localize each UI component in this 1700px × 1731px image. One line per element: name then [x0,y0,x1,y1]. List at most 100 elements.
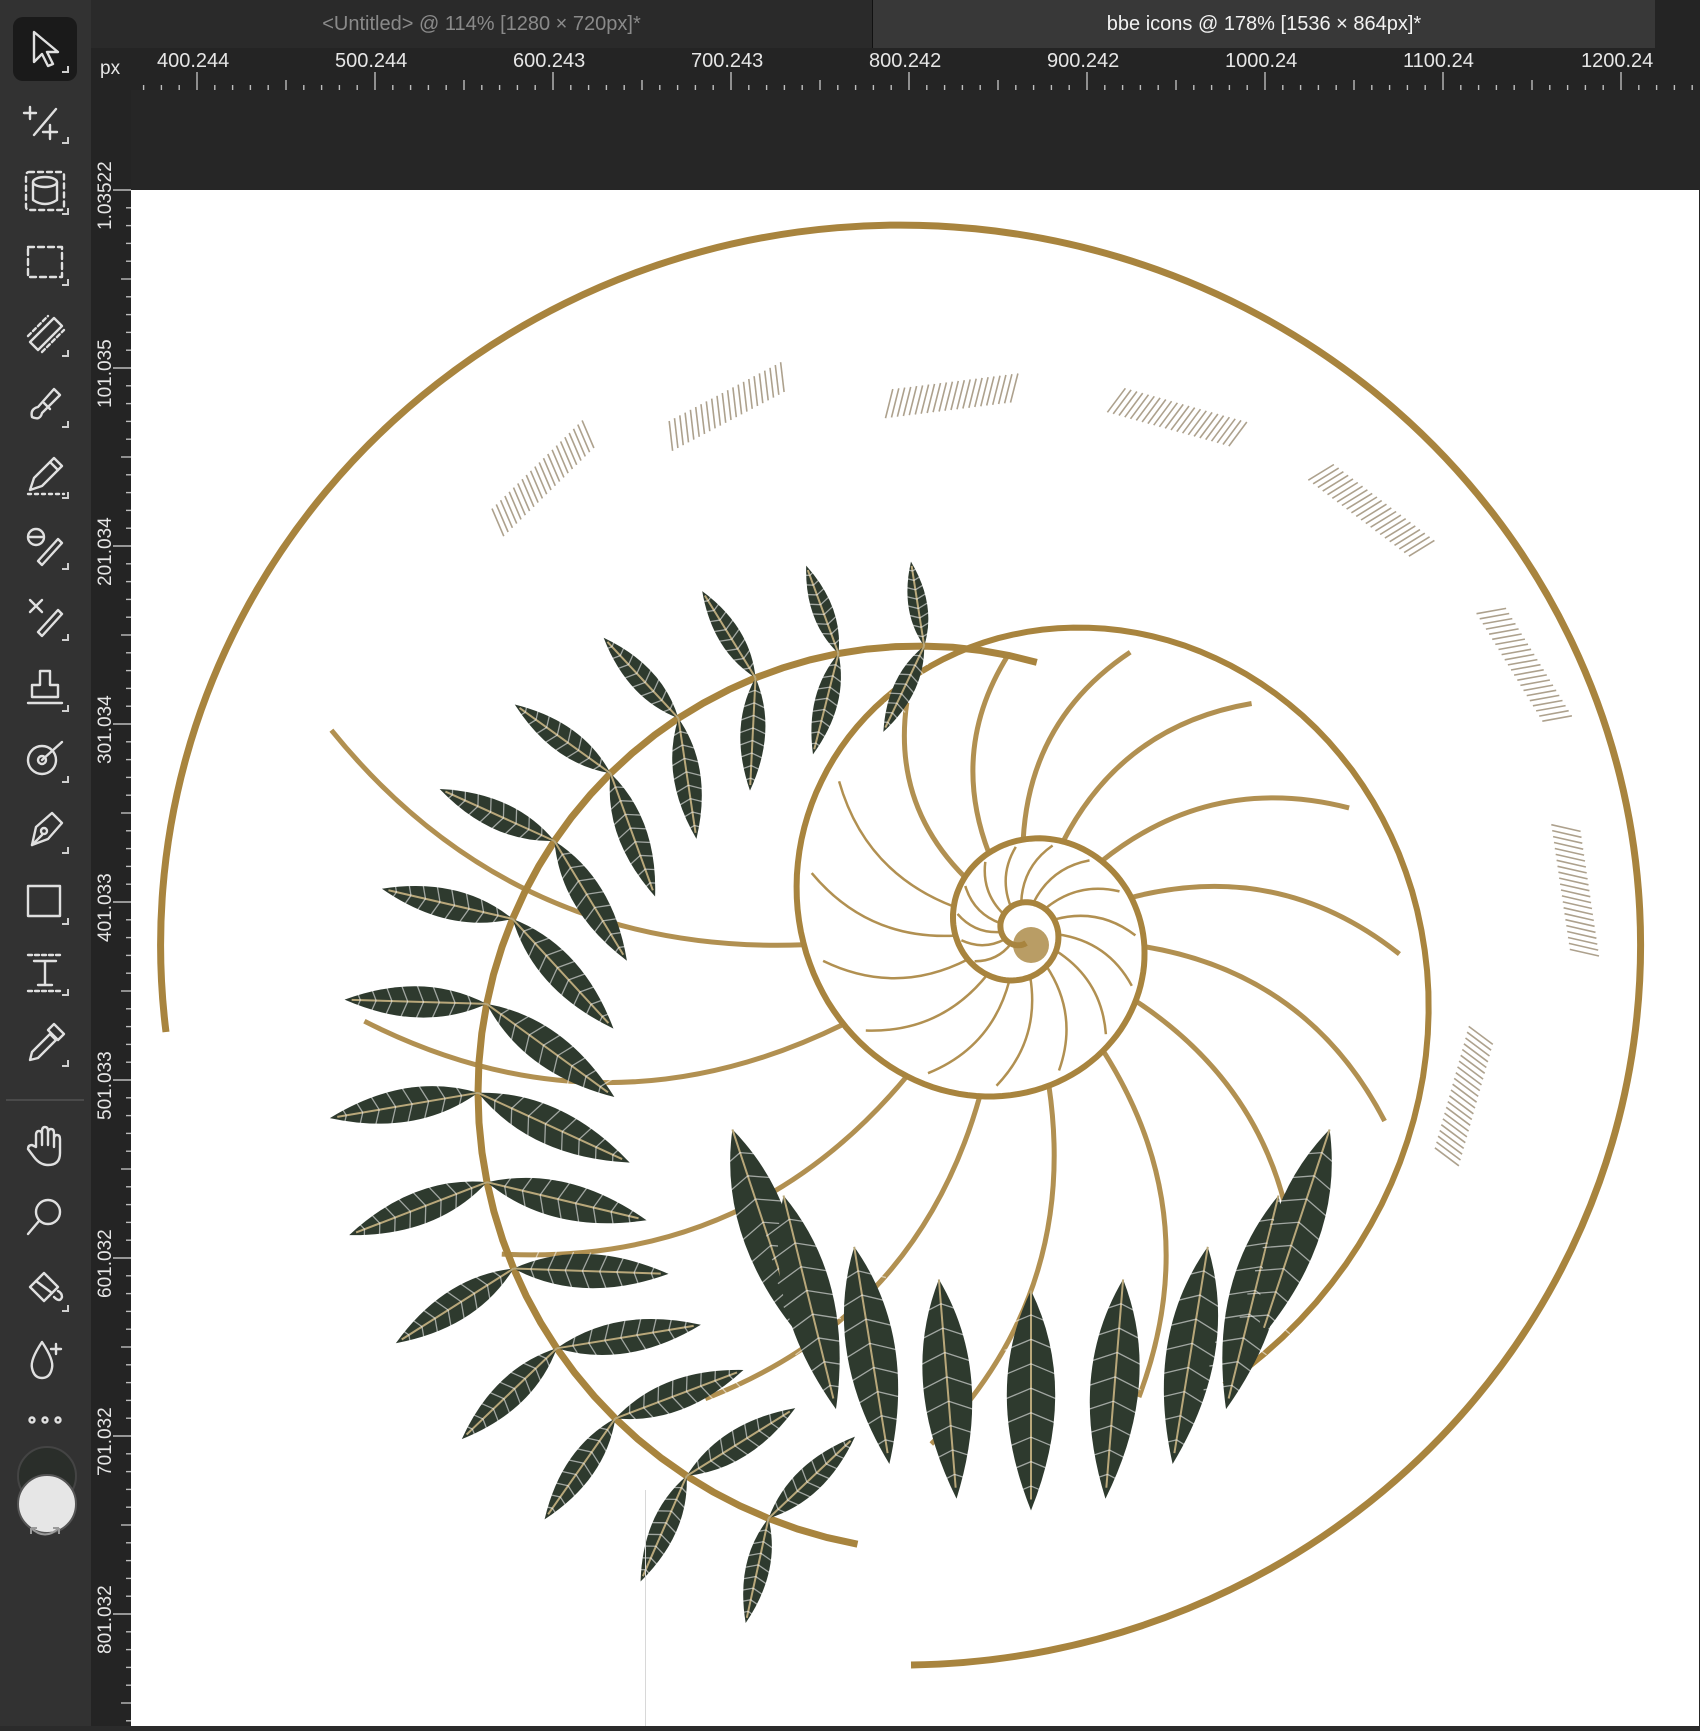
ruler-left-label: 201.034 [95,517,116,586]
toolbar-separator [6,1099,84,1101]
tool-flyout-indicator [62,137,69,144]
ruler-left-label: 601.032 [95,1229,116,1298]
eyedropper-icon [28,1022,66,1062]
shell-septum [983,861,1005,916]
pencil-icon [26,456,66,496]
ruler-left-label: 1.03522 [95,161,116,230]
node-icon [22,105,59,141]
pencil-tool[interactable] [13,443,77,507]
marquee-icon [26,245,64,279]
paint-bucket-icon [28,1271,64,1303]
ruler-top-label: 1200.24 [1581,50,1654,72]
nautilus-fern-artwork [157,221,1645,1669]
tool-flyout-indicator [62,563,69,570]
ruler-top-label: 1100.24 [1403,50,1474,72]
brush-select-icon [26,314,66,354]
fill-tool[interactable] [13,1256,77,1320]
swap-colors-icon[interactable] [28,1525,62,1539]
blemish-icon [26,740,64,776]
tab-untitled[interactable]: <Untitled> @ 114% [1280 × 720px]* [91,0,873,48]
selection-cylinder-icon [24,170,66,212]
tool-flyout-indicator [62,421,69,428]
droplet-plus-icon [30,1340,63,1380]
ruler-left-label: 401.033 [95,873,116,942]
hand-tool[interactable] [13,1114,77,1178]
ruler-unit[interactable]: px [100,58,120,80]
paint-brush-tool[interactable] [13,372,77,436]
shell-septum [1053,914,1137,937]
shell-septum [363,1018,845,1086]
shell-septum [810,872,956,938]
shell-septum [956,913,1002,934]
ruler-left-label: 701.032 [95,1407,116,1476]
tool-flyout-indicator [62,918,69,925]
gradient-tool[interactable] [13,1327,77,1391]
shell-septum [1100,795,1350,864]
shell-septum [1060,701,1253,843]
shell-septum [970,653,1011,854]
ruler-top-label: 800.242 [869,50,942,72]
clone-icon [28,598,64,638]
pen-nib-icon [30,811,64,847]
tool-flyout-indicator [62,350,69,357]
ruler-top-label: 700.243 [691,50,764,72]
rectangle-marquee-tool[interactable] [13,230,77,294]
shell-septum [1045,965,1068,1071]
color-picker-tool[interactable] [13,1011,77,1075]
text-frame-icon [26,953,64,993]
shape-tool[interactable] [13,869,77,933]
shell-septum [960,937,1006,947]
ruler-top-label: 1000.24 [1225,50,1298,72]
tool-flyout-indicator [62,208,69,215]
shell-septum [1130,883,1401,957]
move-tool[interactable] [13,17,77,81]
fern-frond [329,561,1344,1624]
stamp-tool[interactable] [13,656,77,720]
document-tab-bar: <Untitled> @ 114% [1280 × 720px]* bbe ic… [91,0,1700,49]
tool-flyout-indicator [62,989,69,996]
flood-select-tool[interactable] [13,301,77,365]
shell-core [1013,927,1049,963]
hand-icon [26,1125,62,1167]
shell-septum [329,728,804,948]
node-tool[interactable] [13,88,77,152]
shell-outer-rim [157,221,1645,1669]
tool-flyout-indicator [62,705,69,712]
tool-flyout-indicator [62,1060,69,1067]
ruler-left-label: 501.033 [95,1051,116,1120]
ruler-left-label: 801.032 [95,1585,116,1654]
brush-icon [30,387,62,420]
shell-septum [865,973,989,1032]
tool-flyout-indicator [62,66,69,73]
clone-brush-tool[interactable] [13,585,77,649]
shell-septum [901,702,967,879]
quick-mask-tool[interactable] [13,159,77,223]
blemish-tool[interactable] [13,727,77,791]
tab-bbe-icons[interactable]: bbe icons @ 178% [1536 × 864px]* [873,0,1655,48]
shell-septum [501,1074,909,1258]
tool-flyout-indicator [62,634,69,641]
zoom-tool[interactable] [13,1185,77,1249]
ruler-top-label: 400.244 [157,50,230,72]
artboard[interactable] [131,190,1699,1726]
rectangle-shape-icon [26,884,62,918]
ruler-left-label: 101.035 [95,339,116,408]
text-tool[interactable] [13,940,77,1004]
shell-septum [1055,949,1108,1035]
shell-hatching [491,362,1600,1167]
shell-septum [822,958,969,980]
tool-flyout-indicator [62,1305,69,1312]
pen-tool[interactable] [13,798,77,862]
ruler-top-label: 900.242 [1047,50,1120,72]
dodge-tool[interactable] [13,514,77,578]
tool-flyout-indicator [62,776,69,783]
ruler-top-label: 500.244 [335,50,408,72]
shell-septum [1044,887,1120,910]
shell-septum [995,976,1034,1087]
ruler-top-label: 600.243 [513,50,586,72]
tool-flyout-indicator [62,847,69,854]
magnifier-icon [26,1198,62,1236]
tool-flyout-indicator [62,279,69,286]
guide-line [645,1490,646,1726]
more-tools[interactable] [13,1388,77,1452]
